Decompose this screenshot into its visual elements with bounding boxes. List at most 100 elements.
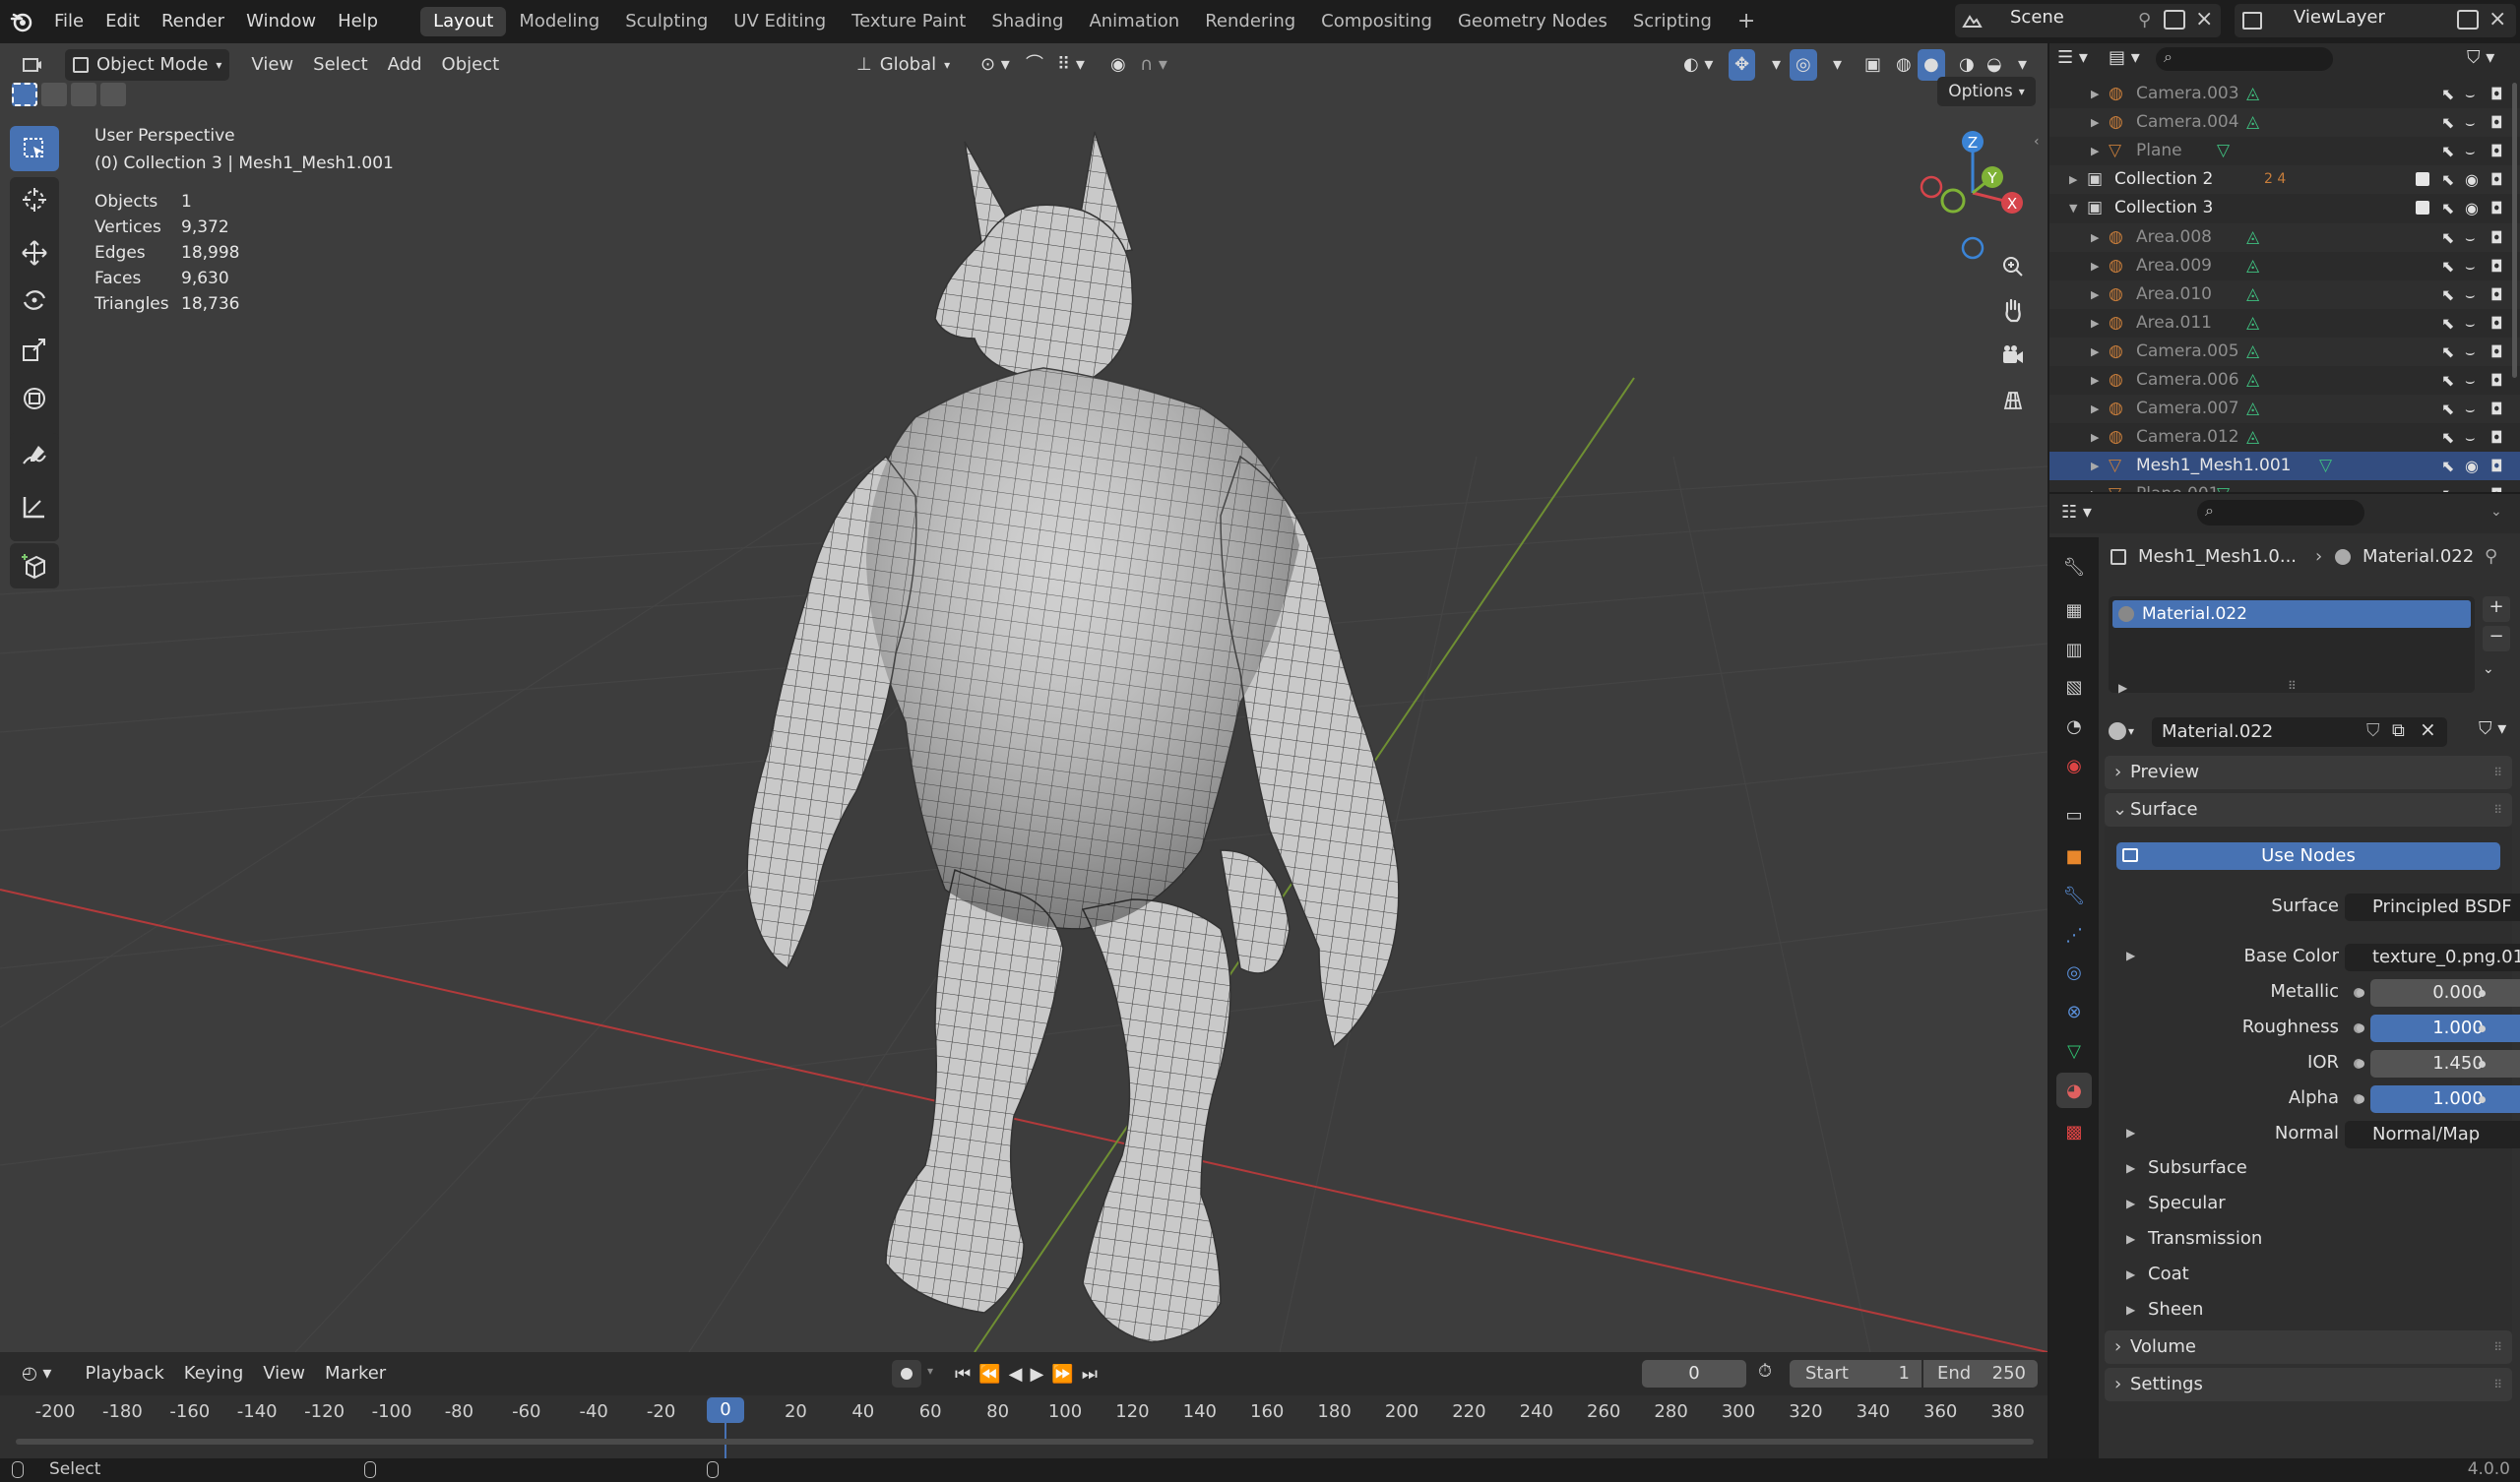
visibility-eye-icon[interactable]: ⌣ [2465,338,2476,366]
visibility-eye-icon[interactable]: ⌣ [2465,108,2476,137]
options-dropdown[interactable]: Options ▾ [1937,77,2036,106]
keyframe-dot-icon[interactable] [2479,1096,2486,1103]
outliner-row[interactable]: ▼ ▣ Collection 3 ⬉ ◉ ◘ [2049,194,2520,222]
gizmo-toggle[interactable]: ✥ [1729,49,1756,81]
render-camera-icon[interactable]: ◘ [2490,252,2503,280]
menu-render[interactable]: Render [151,0,235,43]
object-data-icon[interactable]: ◬ [2246,280,2259,309]
select-arrow-icon[interactable]: ⬉ [2441,366,2454,395]
render-camera-icon[interactable]: ◘ [2490,366,2503,395]
expand-arrow-right-icon[interactable]: ▶ [2126,1126,2135,1140]
socket-dot-icon[interactable] [2357,1060,2364,1068]
ortho-grid-icon[interactable] [1994,382,2032,419]
expand-arrow-right-icon[interactable]: ▶ [2091,366,2099,395]
select-arrow-icon[interactable]: ⬉ [2441,194,2454,222]
object-data-icon[interactable]: ◬ [2246,423,2259,452]
snap-target-button[interactable]: ⠿ ▾ [1047,49,1095,81]
menu-edit[interactable]: Edit [94,0,151,43]
property-field-alpha[interactable]: 1.000 [2370,1085,2520,1113]
delete-scene-icon[interactable]: × [2195,7,2213,31]
tab-shading[interactable]: Shading [978,7,1076,36]
subpanel-coat[interactable]: Coat [2148,1264,2189,1284]
select-arrow-icon[interactable]: ⬉ [2441,223,2454,252]
tool-add-cube[interactable] [10,543,59,588]
playhead[interactable]: 0 [707,1397,744,1423]
add-workspace-button[interactable]: + [1725,7,1768,36]
outliner-row[interactable]: ▶ ◍ Camera.005 ◬ ⬉ ⌣ ◘ [2049,337,2520,366]
select-arrow-icon[interactable]: ⬉ [2441,480,2454,492]
pan-hand-icon[interactable] [1994,291,2032,329]
visibility-eye-icon[interactable]: ⌣ [2465,366,2476,395]
subpanel-sheen[interactable]: Sheen [2148,1299,2203,1320]
3d-viewport[interactable]: Object Mode ▾ View Select Add Object ⊥ G… [0,43,2048,1352]
outliner-row[interactable]: ▶ ◍ Area.010 ◬ ⬉ ⌣ ◘ [2049,279,2520,309]
timeline-scrollbar[interactable] [16,1439,2034,1445]
outliner-row[interactable]: ▶ ◍ Camera.012 ◬ ⬉ ⌣ ◘ [2049,423,2520,452]
subpanel-subsurface[interactable]: Subsurface [2148,1157,2247,1178]
tab-rendering[interactable]: Rendering [1192,7,1308,36]
visibility-eye-icon[interactable]: ⌣ [2465,280,2476,309]
tool-select-box[interactable] [10,126,59,171]
tool-annotate[interactable] [10,433,59,478]
subpanel-transmission[interactable]: Transmission [2148,1228,2262,1249]
tab-uv-editing[interactable]: UV Editing [721,7,839,36]
visibility-eye-icon[interactable]: ⌣ [2465,309,2476,338]
tab-layout[interactable]: Layout [420,7,507,36]
visibility-eye-icon[interactable]: ⌣ [2465,223,2476,252]
expand-arrow-right-icon[interactable]: ▶ [2126,1197,2135,1210]
visibility-eye-icon[interactable]: ◉ [2465,165,2479,194]
object-data-icon[interactable]: ◬ [2246,338,2259,366]
render-camera-icon[interactable]: ◘ [2490,80,2503,108]
object-data-icon[interactable]: ▽ [2217,137,2230,165]
select-arrow-icon[interactable]: ⬉ [2441,309,2454,338]
visibility-eye-icon[interactable]: ◉ [2465,194,2479,222]
outliner-search[interactable]: ⌕ [2156,47,2333,71]
render-camera-icon[interactable]: ◘ [2490,338,2503,366]
tool-transform[interactable] [10,376,59,421]
tool-scale[interactable] [10,327,59,372]
overlays-dropdown[interactable]: ▾ [1823,49,1852,81]
zoom-icon[interactable] [1994,248,2032,285]
socket-dot-icon[interactable] [2357,1095,2364,1103]
select-invert-icon[interactable] [100,83,126,106]
visibility-eye-icon[interactable]: ⌣ [2465,252,2476,280]
exclude-checkbox[interactable] [2416,172,2429,187]
expand-arrow-right-icon[interactable]: ▶ [2091,108,2099,137]
camera-view-icon[interactable] [1994,337,2032,374]
expand-arrow-right-icon[interactable]: ▶ [2091,452,2099,480]
tab-geometry-nodes[interactable]: Geometry Nodes [1445,7,1620,36]
render-camera-icon[interactable]: ◘ [2490,280,2503,309]
menu-help[interactable]: Help [327,0,389,43]
tool-measure[interactable] [10,484,59,529]
expand-arrow-right-icon[interactable]: ▶ [2091,223,2099,252]
keyframe-dot-icon[interactable] [2479,1061,2486,1068]
select-new-icon[interactable] [12,83,37,106]
tool-rotate[interactable] [10,278,59,323]
menu-file[interactable]: File [43,0,94,43]
new-view-layer-icon[interactable] [2457,10,2479,30]
visibility-button[interactable]: ◐ ▾ [1673,49,1723,81]
blender-logo-icon[interactable] [0,0,43,43]
visibility-eye-icon[interactable]: ⌣ [2465,80,2476,108]
object-data-icon[interactable]: ◬ [2246,223,2259,252]
expand-arrow-right-icon[interactable]: ▶ [2126,949,2135,962]
scene-selector[interactable]: Scene ⚲ × [1955,4,2221,37]
property-field-base-color[interactable]: texture_0.png.011 [2345,944,2520,971]
expand-arrow-right-icon[interactable]: ▶ [2091,338,2099,366]
gizmo-dropdown[interactable]: ▾ [1762,49,1791,81]
keyframe-dot-icon[interactable] [2479,990,2486,997]
expand-arrow-right-icon[interactable]: ▶ [2091,423,2099,452]
tab-animation[interactable]: Animation [1076,7,1192,36]
render-camera-icon[interactable]: ◘ [2490,423,2503,452]
tab-modeling[interactable]: Modeling [506,7,612,36]
select-mode-buttons[interactable] [12,83,150,108]
select-arrow-icon[interactable]: ⬉ [2441,165,2454,194]
expand-arrow-right-icon[interactable]: ▶ [2091,395,2099,423]
select-arrow-icon[interactable]: ⬉ [2441,108,2454,137]
object-data-icon[interactable]: ◬ [2246,108,2259,137]
display-mode-button[interactable]: ▤ ▾ [2109,47,2140,68]
expand-arrow-right-icon[interactable]: ▶ [2126,1303,2135,1317]
visibility-eye-icon[interactable]: ⌣ [2465,395,2476,423]
expand-arrow-right-icon[interactable]: ▶ [2126,1267,2135,1281]
outliner-editor-type[interactable]: ☰ ▾ [2057,47,2088,68]
